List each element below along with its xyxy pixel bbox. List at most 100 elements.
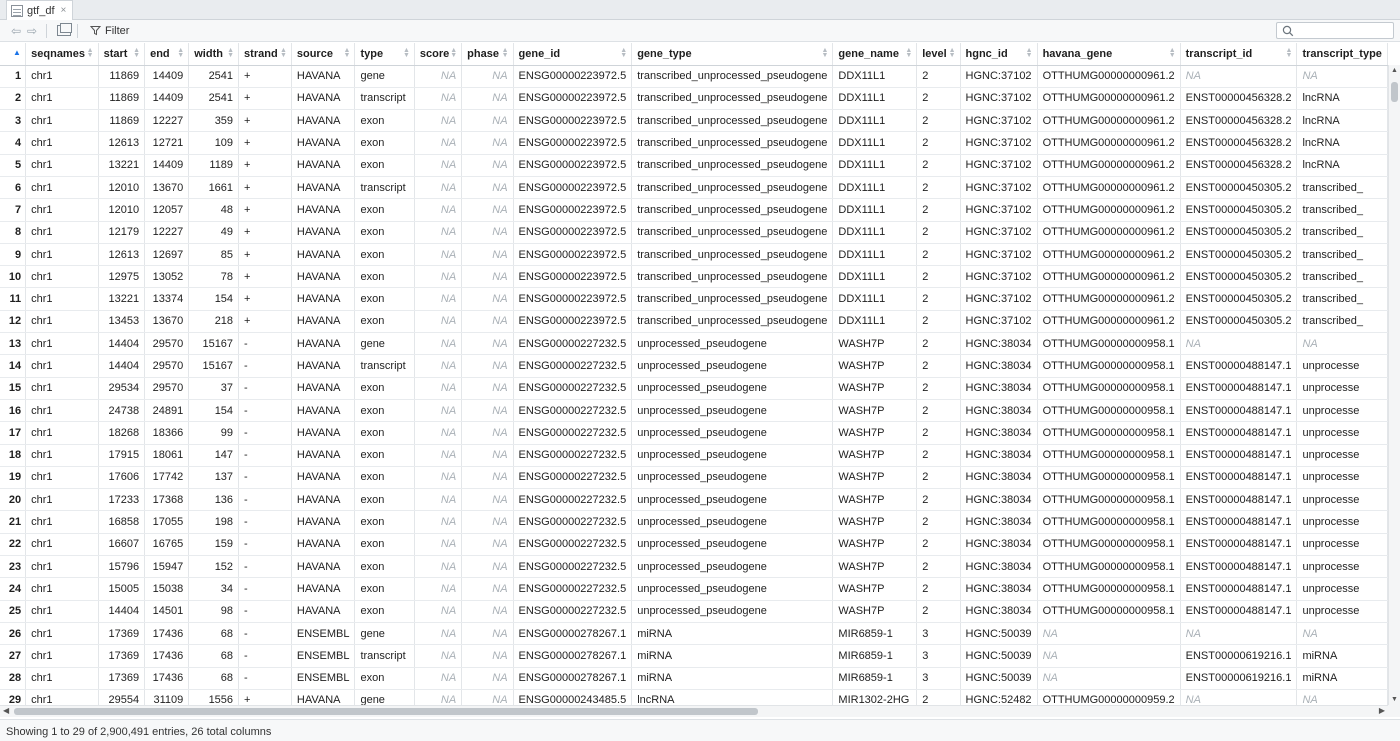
vertical-scrollbar[interactable]: ▲ ▼ bbox=[1388, 65, 1400, 705]
table-row[interactable]: 8 chr1 12179 12227 49 + HAVANA exon NA NA ENSG0000… bbox=[0, 221, 1388, 244]
horizontal-scroll-thumb[interactable] bbox=[14, 708, 758, 715]
cell-seqnames: chr1 bbox=[25, 176, 99, 200]
cell-gene-type: transcribed_unprocessed_pseudogene bbox=[631, 65, 834, 88]
scroll-right-icon[interactable]: ▶ bbox=[1379, 706, 1385, 715]
table-row[interactable]: 6 chr1 12010 13670 1661 + HAVANA transcript NA NA… bbox=[0, 176, 1388, 200]
cell-transcript-id: ENST00000456328.2 bbox=[1180, 154, 1298, 177]
table-row[interactable]: 18 chr1 17915 18061 147- HAVANA exon NA NA ENSG00… bbox=[0, 444, 1388, 467]
table-row[interactable]: 29 chr1 29554 31109 1556 + HAVANA gene NA NA ENSG0… bbox=[0, 689, 1388, 705]
table-row[interactable]: 15 chr1 29534 29570 37- HAVANA exon NA NA ENSG000… bbox=[0, 377, 1388, 400]
cell-start: 29534 bbox=[98, 377, 146, 400]
table-row[interactable]: 21 chr1 16858 17055 198- HAVANA exon NA NA ENSG00… bbox=[0, 510, 1388, 534]
cell-start: 12010 bbox=[98, 176, 146, 200]
table-row[interactable]: 4 chr1 12613 12721 109 + HAVANA exon NA NA ENSG000… bbox=[0, 131, 1388, 155]
search-input[interactable] bbox=[1276, 22, 1394, 39]
column-header-gene-id[interactable]: gene_id ▲ ▼ bbox=[513, 43, 633, 66]
cell-transcript-id: ENST00000488147.1 bbox=[1180, 533, 1298, 557]
scroll-left-icon[interactable]: ◀ bbox=[3, 706, 9, 715]
cell-strand: - bbox=[238, 444, 292, 467]
table-row[interactable]: 12 chr1 13453 13670 218 + HAVANA exon NA NA ENSG00… bbox=[0, 310, 1388, 334]
table-row[interactable]: 28 chr1 17369 17436 68- ENSEMBL exon NA NA ENSG00… bbox=[0, 667, 1388, 690]
back-arrow-icon[interactable]: ⇦ bbox=[8, 24, 24, 38]
scroll-down-icon[interactable]: ▼ bbox=[1391, 696, 1398, 703]
column-header-start[interactable]: start ▲ ▼ bbox=[98, 43, 146, 66]
row-number: 21 bbox=[0, 510, 27, 534]
column-header-source[interactable]: source ▲ ▼ bbox=[291, 43, 356, 66]
table-row[interactable]: 20 chr1 17233 17368 136- HAVANA exon NA NA ENSG00… bbox=[0, 488, 1388, 512]
scrollbar-corner bbox=[1388, 705, 1400, 717]
column-header-label: gene_type bbox=[637, 47, 692, 60]
row-number: 12 bbox=[0, 310, 27, 334]
column-header-score[interactable]: score ▲ ▼ bbox=[414, 43, 463, 66]
cell-gene-name: WASH7P bbox=[832, 332, 918, 356]
table-row[interactable]: 1 chr1 11869 14409 2541 + HAVANA gene NA NA ENSG00… bbox=[0, 65, 1388, 88]
cell-strand: + bbox=[238, 154, 292, 177]
cell-havana-gene: OTTHUMG00000000961.2 bbox=[1037, 131, 1181, 155]
table-row[interactable]: 27 chr1 17369 17436 68- ENSEMBL transcript NA NA… bbox=[0, 644, 1388, 668]
table-row[interactable]: 25 chr1 14404 14501 98- HAVANA exon NA NA ENSG000… bbox=[0, 600, 1388, 623]
column-header-gene-name[interactable]: gene_name ▲ ▼ bbox=[832, 43, 918, 66]
column-header-width[interactable]: width ▲ ▼ bbox=[188, 43, 240, 66]
column-header-label: strand bbox=[244, 47, 278, 60]
cell-transcript-type: miRNA bbox=[1296, 644, 1388, 668]
table-row[interactable]: 16 chr1 24738 24891 154- HAVANA exon NA NA ENSG00… bbox=[0, 399, 1388, 423]
cell-gene-name: WASH7P bbox=[832, 600, 918, 623]
table-row[interactable]: 5 chr1 13221 14409 1189 + HAVANA exon NA NA ENSG00… bbox=[0, 154, 1388, 177]
popout-window-icon[interactable] bbox=[57, 23, 72, 36]
table-row[interactable]: 9 chr1 12613 12697 85 + HAVANA exon NA NA ENSG0000… bbox=[0, 243, 1388, 267]
table-row[interactable]: 14 chr1 14404 29570 15167- HAVANA transcript NA… bbox=[0, 354, 1388, 378]
forward-arrow-icon[interactable]: ⇨ bbox=[24, 24, 40, 38]
column-header-seqnames[interactable]: seqnames ▲ ▼ bbox=[25, 43, 99, 66]
scroll-up-icon[interactable]: ▲ bbox=[1391, 67, 1398, 74]
table-row[interactable]: 17 chr1 18268 18366 99- HAVANA exon NA NA ENSG000… bbox=[0, 421, 1388, 445]
cell-strand: + bbox=[238, 243, 292, 267]
cell-start: 17915 bbox=[98, 444, 146, 467]
column-header-havana-gene[interactable]: havana_gene ▲ ▼ bbox=[1037, 43, 1181, 66]
cell-level: 2 bbox=[916, 377, 961, 400]
table-row[interactable]: 26 chr1 17369 17436 68- ENSEMBL gene NA NA ENSG00… bbox=[0, 622, 1388, 646]
table-row[interactable]: 23 chr1 15796 15947 152- HAVANA exon NA NA ENSG00… bbox=[0, 555, 1388, 579]
row-number-header[interactable]: ▲ bbox=[0, 43, 27, 66]
table-row[interactable]: 22 chr1 16607 16765 159- HAVANA exon NA NA ENSG00… bbox=[0, 533, 1388, 557]
column-header-transcript-id[interactable]: transcript_id ▲ ▼ bbox=[1180, 43, 1298, 66]
column-header-level[interactable]: level ▲ ▼ bbox=[916, 43, 961, 66]
cell-transcript-type: transcribed_ bbox=[1296, 221, 1388, 244]
table-row[interactable]: 7 chr1 12010 12057 48 + HAVANA exon NA NA ENSG0000… bbox=[0, 198, 1388, 222]
cell-score: NA bbox=[414, 198, 463, 222]
column-header-transcript-type[interactable]: transcript_type bbox=[1296, 43, 1388, 66]
cell-type: exon bbox=[354, 243, 415, 267]
cell-end: 29570 bbox=[144, 332, 190, 356]
horizontal-scrollbar[interactable]: ◀ ▶ bbox=[0, 705, 1388, 717]
cell-start: 11869 bbox=[98, 109, 146, 133]
table-row[interactable]: 3 chr1 11869 12227 359 + HAVANA exon NA NA ENSG000… bbox=[0, 109, 1388, 133]
cell-gene-type: unprocessed_pseudogene bbox=[631, 377, 834, 400]
column-header-strand[interactable]: strand ▲ ▼ bbox=[238, 43, 292, 66]
cell-transcript-type: unprocesse bbox=[1296, 488, 1388, 512]
column-header-type[interactable]: type ▲ ▼ bbox=[354, 43, 415, 66]
cell-gene-type: transcribed_unprocessed_pseudogene bbox=[631, 198, 834, 222]
column-header-phase[interactable]: phase ▲ ▼ bbox=[461, 43, 514, 66]
close-icon[interactable]: × bbox=[61, 5, 67, 16]
cell-start: 15796 bbox=[98, 555, 146, 579]
vertical-scroll-thumb[interactable] bbox=[1391, 82, 1398, 102]
tab-gtf-df[interactable]: gtf_df × bbox=[6, 0, 74, 20]
cell-strand: + bbox=[238, 689, 292, 705]
table-row[interactable]: 10 chr1 12975 13052 78 + HAVANA exon NA NA ENSG000… bbox=[0, 265, 1388, 289]
data-table: ▲ seqnames ▲ ▼ start ▲ ▼ end ▲ ▼ width ▲ ▼ strand ▲ ▼ s… bbox=[0, 43, 1388, 705]
filter-button[interactable]: Filter bbox=[90, 25, 129, 37]
table-row[interactable]: 24 chr1 15005 15038 34- HAVANA exon NA NA ENSG000… bbox=[0, 577, 1388, 601]
cell-seqnames: chr1 bbox=[25, 221, 99, 244]
table-row[interactable]: 13 chr1 14404 29570 15167- HAVANA gene NA NA ENSG… bbox=[0, 332, 1388, 356]
cell-gene-type: transcribed_unprocessed_pseudogene bbox=[631, 109, 834, 133]
cell-type: exon bbox=[354, 488, 415, 512]
column-header-gene-type[interactable]: gene_type ▲ ▼ bbox=[631, 43, 834, 66]
table-row[interactable]: 19 chr1 17606 17742 137- HAVANA exon NA NA ENSG00… bbox=[0, 466, 1388, 490]
table-row[interactable]: 2 chr1 11869 14409 2541 + HAVANA transcript NA NA… bbox=[0, 87, 1388, 111]
column-header-end[interactable]: end ▲ ▼ bbox=[144, 43, 190, 66]
cell-transcript-type: unprocesse bbox=[1296, 377, 1388, 400]
cell-hgnc-id: HGNC:37102 bbox=[960, 109, 1038, 133]
column-header-hgnc-id[interactable]: hgnc_id ▲ ▼ bbox=[960, 43, 1038, 66]
table-row[interactable]: 11 chr1 13221 13374 154 + HAVANA exon NA NA ENSG00… bbox=[0, 287, 1388, 311]
cell-phase: NA bbox=[461, 176, 514, 200]
cell-start: 16858 bbox=[98, 510, 146, 534]
